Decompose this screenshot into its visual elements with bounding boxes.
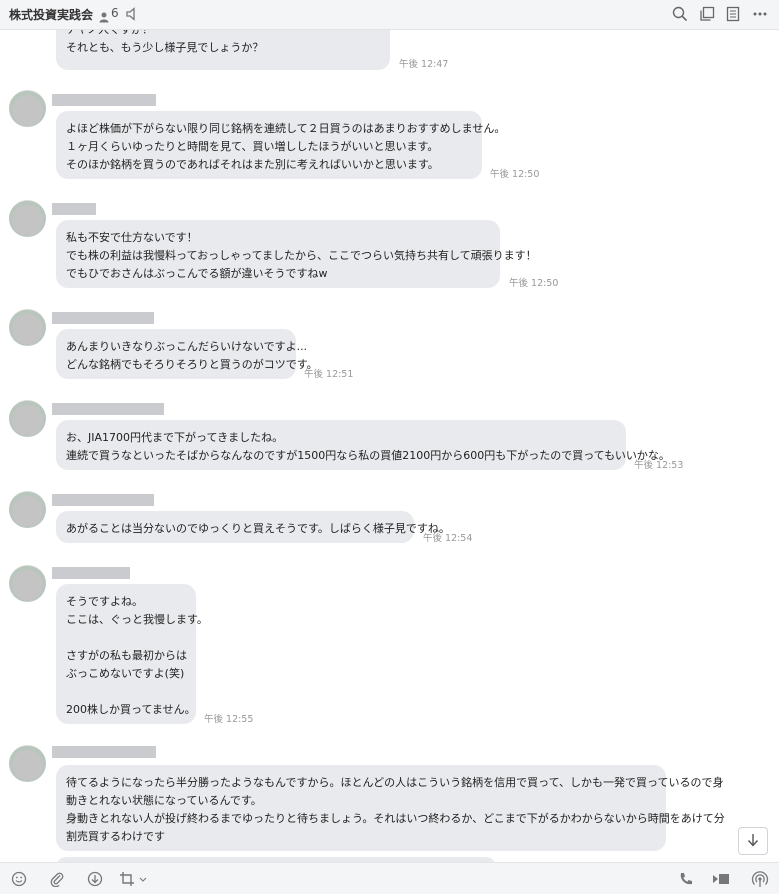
input-toolbar [0, 862, 779, 894]
video-icon[interactable] [711, 870, 731, 888]
emoji-icon[interactable] [9, 870, 29, 888]
message-text: ナヤノ人ぐすか？ それとも、もう少し様子見でしょうか？ [66, 30, 264, 54]
sender-name [52, 403, 164, 415]
chat-title: 株式投資実践会 [9, 8, 94, 22]
sender-name [52, 203, 96, 215]
message-text: お、JIA1700円代まで下がってきましたね。 連続で買うなといったそばからなん… [66, 431, 670, 462]
more-icon[interactable] [750, 4, 770, 24]
message-bubble: ナヤノ人ぐすか？ それとも、もう少し様子見でしょうか？ [56, 30, 390, 70]
message-text: あがることは当分ないのでゆっくりと買えそうです。しばらく様子見ですね。 [66, 522, 450, 535]
message-bubble: あがることは当分ないのでゆっくりと買えそうです。しばらく様子見ですね。 [56, 511, 450, 543]
message-time: 午後 12:54 [423, 533, 473, 544]
phone-icon[interactable] [676, 870, 696, 888]
message-time: 午後 12:50 [509, 278, 559, 289]
message-time: 午後 12:55 [204, 714, 254, 725]
message-time: 午後 12:53 [634, 460, 684, 471]
sender-name [52, 567, 130, 579]
avatar[interactable] [9, 90, 46, 127]
download-icon[interactable] [85, 870, 105, 888]
member-count: 6 [111, 6, 119, 20]
sender-name [52, 746, 156, 758]
sender-name [52, 312, 154, 324]
message-text: よほど株価が下がらない限り同じ銘柄を連続して２日買うのはあまりおすすめしません。… [66, 122, 506, 171]
message-time: 午後 12:51 [304, 369, 354, 380]
avatar[interactable] [9, 309, 46, 346]
scroll-to-bottom-button[interactable] [738, 827, 768, 855]
arrow-down-icon [747, 832, 759, 851]
member-icon[interactable] [99, 8, 109, 27]
attach-icon[interactable] [47, 870, 67, 888]
avatar[interactable] [9, 565, 46, 602]
message-time: 午後 12:50 [490, 169, 540, 180]
message-bubble: あんまりいきなりぶっこんだらいけないですよ... どんな銘柄でもそろりそろりと買… [56, 329, 318, 379]
avatar[interactable] [9, 200, 46, 237]
note-icon[interactable] [723, 4, 743, 24]
message-bubble: お、JIA1700円代まで下がってきましたね。 連続で買うなといったそばからなん… [56, 420, 670, 470]
message-text: 私も不安で仕方ないです！ でも株の利益は我慢料っておっしゃってましたから、ここで… [66, 231, 537, 280]
crop-icon[interactable] [118, 870, 148, 888]
avatar[interactable] [9, 491, 46, 528]
message-text: 待てるようになったら半分勝ったようなもんですから。ほとんどの人はこういう銘柄を信… [66, 776, 725, 843]
message-bubble: 待てるようになったら半分勝ったようなもんですから。ほとんどの人はこういう銘柄を信… [56, 765, 725, 851]
search-icon[interactable] [670, 4, 690, 24]
message-time: 午後 12:47 [399, 59, 449, 70]
avatar[interactable] [9, 400, 46, 437]
sender-name [52, 94, 156, 106]
chat-header: 株式投資実践会 6 [0, 0, 779, 30]
mute-icon[interactable] [126, 6, 140, 26]
message-bubble: よほど株価が下がらない限り同じ銘柄を連続して２日買うのはあまりおすすめしません。… [56, 111, 505, 179]
message-bubble: 私も不安で仕方ないです！ でも株の利益は我慢料っておっしゃってましたから、ここで… [56, 220, 537, 288]
message-bubble: そうですよね。 ここは、ぐっと我慢します。 さすがの私も最初からは ぶっこめない… [56, 584, 208, 724]
sender-name [52, 494, 154, 506]
broadcast-icon[interactable] [750, 870, 770, 888]
message-text: そうですよね。 ここは、ぐっと我慢します。 さすがの私も最初からは ぶっこめない… [66, 595, 208, 716]
message-text: あんまりいきなりぶっこんだらいけないですよ... どんな銘柄でもそろりそろりと買… [66, 340, 318, 371]
copy-icon[interactable] [697, 4, 717, 24]
avatar[interactable] [9, 745, 46, 782]
chat-area: ナヤノ人ぐすか？ それとも、もう少し様子見でしょうか？ 午後 12:47 よほど… [0, 30, 779, 862]
